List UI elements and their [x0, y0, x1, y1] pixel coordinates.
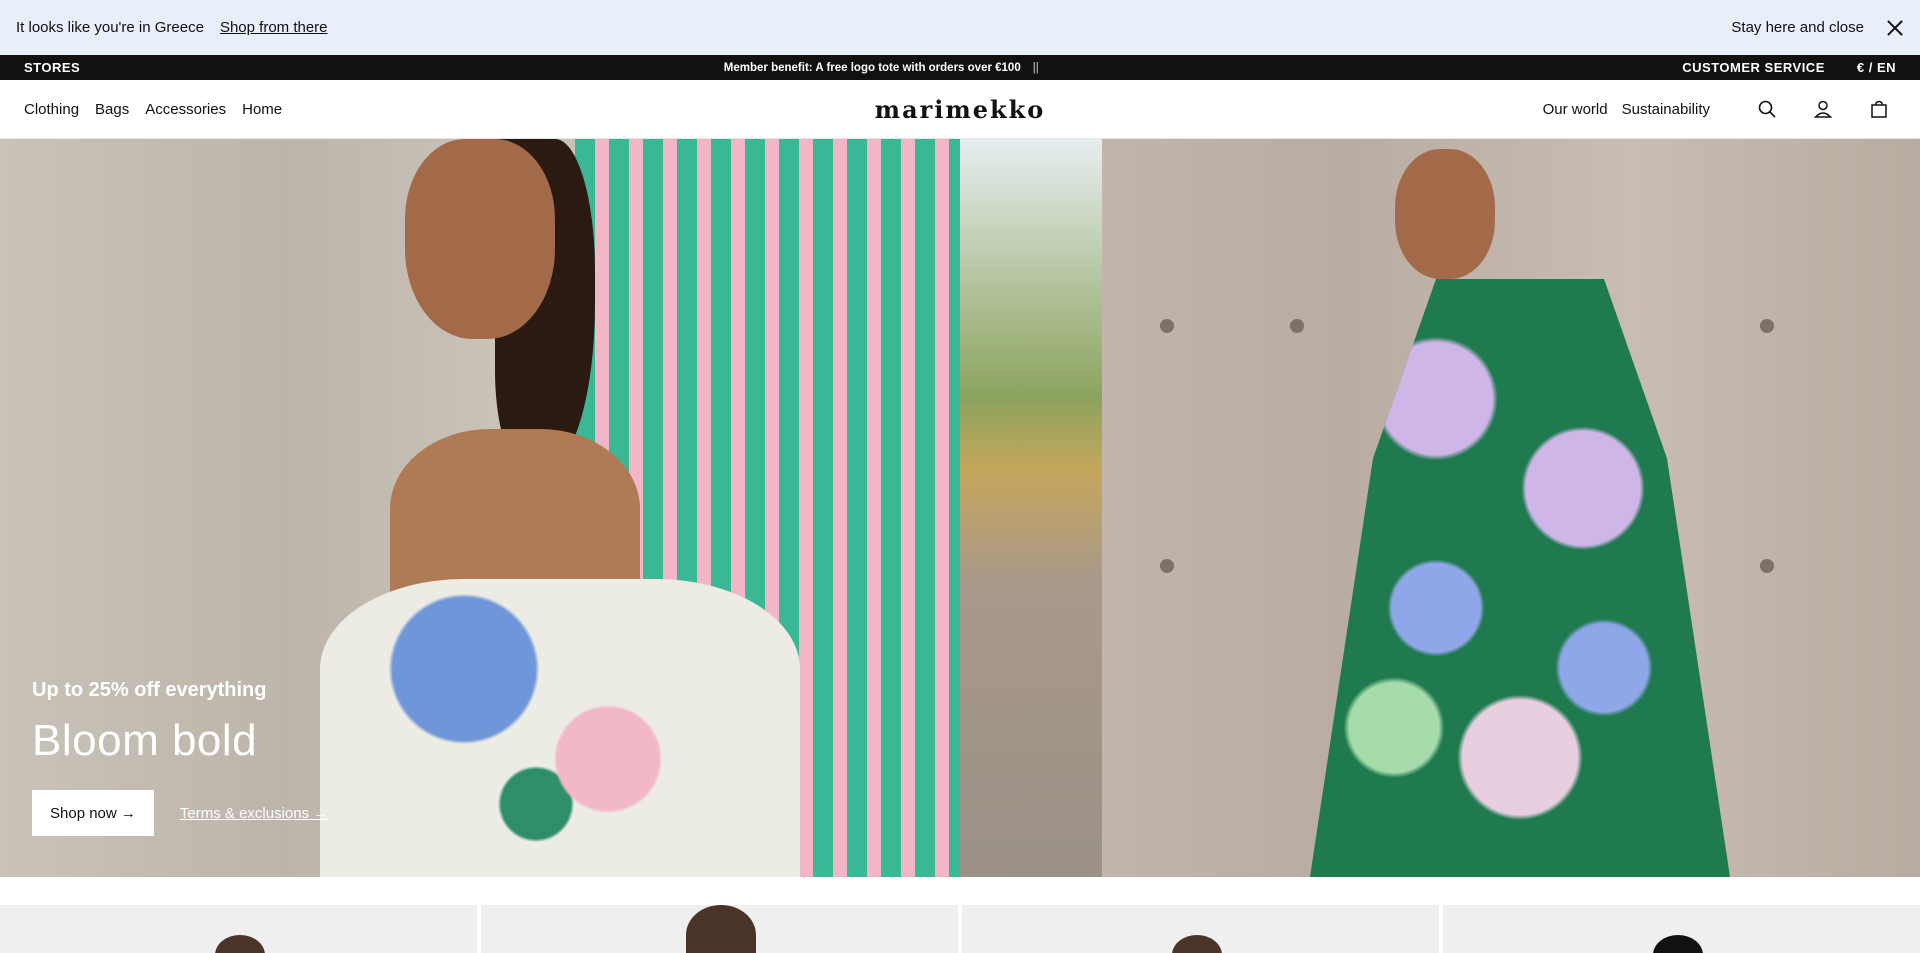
geo-banner-right: Stay here and close: [1731, 19, 1904, 37]
logo[interactable]: marimekko: [875, 95, 1046, 124]
nav-item-bags[interactable]: Bags: [95, 101, 129, 118]
nav-item-home[interactable]: Home: [242, 101, 282, 118]
stores-link[interactable]: STORES: [24, 60, 80, 75]
search-icon[interactable]: [1750, 92, 1784, 126]
floral-dress-right: [1310, 279, 1730, 877]
terms-link[interactable]: Terms & exclusions →: [180, 805, 328, 822]
hero-title: Bloom bold: [32, 716, 258, 765]
background-window: [960, 139, 1102, 877]
promo-bar: STORES Member benefit: A free logo tote …: [0, 55, 1920, 80]
customer-service-link[interactable]: CUSTOMER SERVICE: [1682, 60, 1825, 75]
model-head-thumbnail: [686, 905, 756, 953]
model-left: [280, 139, 800, 877]
promo-right: CUSTOMER SERVICE € / EN: [1682, 60, 1896, 75]
locale-selector[interactable]: € / EN: [1857, 60, 1896, 75]
model-head-thumbnail: [1172, 935, 1222, 953]
geo-banner-left: It looks like you're in Greece Shop from…: [16, 19, 328, 36]
model-head-thumbnail: [215, 935, 265, 953]
close-icon[interactable]: [1886, 19, 1904, 37]
secondary-links: Our world Sustainability: [1543, 101, 1710, 118]
bag-icon[interactable]: [1862, 92, 1896, 126]
nav-item-our-world[interactable]: Our world: [1543, 101, 1608, 118]
product-tile[interactable]: [481, 905, 958, 953]
geo-message: It looks like you're in Greece: [16, 19, 204, 36]
shop-now-button[interactable]: Shop now →: [32, 790, 154, 836]
main-nav: Clothing Bags Accessories Home marimekko…: [0, 80, 1920, 139]
product-tile[interactable]: [0, 905, 477, 953]
promo-text: Member benefit: A free logo tote with or…: [723, 61, 1021, 74]
geo-banner: It looks like you're in Greece Shop from…: [0, 0, 1920, 55]
stay-here-button[interactable]: Stay here and close: [1731, 19, 1864, 36]
hero-eyebrow: Up to 25% off everything: [32, 679, 267, 701]
model-head: [1395, 149, 1495, 279]
model-right: [1300, 139, 1780, 877]
product-tile[interactable]: [962, 905, 1439, 953]
product-strip: [0, 905, 1920, 953]
account-icon[interactable]: [1806, 92, 1840, 126]
concrete-dot: [1160, 559, 1174, 573]
promo-separator: ||: [1032, 61, 1039, 74]
nav-item-accessories[interactable]: Accessories: [145, 101, 226, 118]
category-menu: Clothing Bags Accessories Home: [24, 101, 282, 118]
hero-copy: Up to 25% off everything Bloom bold Shop…: [32, 679, 328, 836]
shop-from-there-link[interactable]: Shop from there: [220, 19, 328, 36]
nav-item-sustainability[interactable]: Sustainability: [1622, 101, 1710, 118]
model-head-thumbnail: [1653, 935, 1703, 953]
nav-item-clothing[interactable]: Clothing: [24, 101, 79, 118]
model-head: [405, 139, 555, 339]
nav-right: Our world Sustainability: [1543, 92, 1896, 126]
promo-message: Member benefit: A free logo tote with or…: [724, 62, 1039, 74]
floral-dress-left: [320, 579, 800, 877]
concrete-dot: [1160, 319, 1174, 333]
hero-actions: Shop now → Terms & exclusions →: [32, 790, 328, 836]
product-tile[interactable]: [1443, 905, 1920, 953]
hero-banner[interactable]: Up to 25% off everything Bloom bold Shop…: [0, 139, 1920, 877]
